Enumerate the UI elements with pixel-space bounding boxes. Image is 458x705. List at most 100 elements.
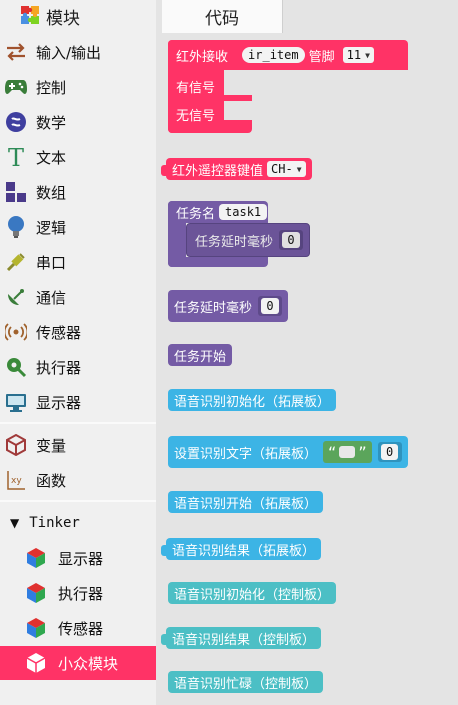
satellite-dish-icon (4, 285, 28, 309)
color-cube-icon (24, 581, 48, 605)
has-signal-label: 有信号 (176, 80, 216, 96)
voice-init-ext-block[interactable]: 语音识别初始化（拓展板） (168, 389, 337, 411)
task-name-label: 任务名 (176, 206, 216, 222)
category-label: 执行器 (58, 584, 104, 603)
category-tinker-misc-modules[interactable]: 小众模块 (0, 646, 156, 680)
output-connector (161, 545, 168, 556)
tab-code[interactable]: 代码 (162, 0, 283, 33)
task-start-block[interactable]: 任务开始 (168, 344, 233, 366)
lightbulb-icon (4, 215, 28, 239)
tab-blocks-label: 模块 (46, 9, 80, 29)
delay-value: 0 (261, 298, 279, 314)
voice-init-ctrl-block[interactable]: 语音识别初始化（控制板） (168, 582, 337, 604)
category-label: Tinker (29, 515, 80, 531)
voice-init-ext-label: 语音识别初始化（拓展板） (174, 394, 331, 410)
tab-bar-background (283, 0, 458, 33)
category-label: 数组 (36, 183, 67, 202)
category-io[interactable]: 输入/输出 (0, 35, 156, 69)
task-start-label: 任务开始 (174, 349, 227, 365)
category-control[interactable]: 控制 (0, 70, 156, 104)
category-math[interactable]: 数学 (0, 105, 156, 139)
voice-init-ctrl-label: 语音识别初始化（控制板） (174, 587, 331, 603)
category-label: 传感器 (58, 619, 104, 638)
tab-blocks[interactable]: 模块 (0, 0, 156, 33)
category-tinker-display[interactable]: 显示器 (0, 541, 156, 575)
ir-remote-key-block[interactable]: 红外遥控器键值 CH- ▼ (161, 158, 312, 180)
category-array[interactable]: 数组 (0, 175, 156, 209)
voice-set-text-label: 设置识别文字（拓展板） (174, 446, 318, 462)
task-delay-inner-block[interactable]: 任务延时毫秒 0 (186, 223, 311, 257)
category-display[interactable]: 显示器 (0, 385, 156, 419)
category-label: 传感器 (36, 323, 82, 342)
output-connector (161, 634, 168, 645)
category-text[interactable]: T 文本 (0, 140, 156, 174)
output-connector (161, 165, 168, 176)
voice-result-ctrl-block[interactable]: 语音识别结果（控制板） (161, 627, 322, 649)
text-string-block[interactable]: “ ” (323, 441, 372, 463)
white-cube-icon (24, 651, 48, 675)
category-label: 输入/输出 (36, 43, 102, 62)
task-delay-label: 任务延时毫秒 (174, 300, 253, 316)
key-value: CH- (271, 162, 293, 176)
category-label: 函数 (36, 471, 67, 490)
voice-start-ext-block[interactable]: 语音识别开始（拓展板） (168, 491, 324, 513)
task-name-field[interactable]: task1 (219, 204, 268, 220)
pin-dropdown[interactable]: 11 ▼ (342, 47, 374, 63)
triangle-down-icon: ▼ (10, 516, 20, 530)
category-tinker-sensor[interactable]: 传感器 (0, 611, 156, 645)
delay-value-socket[interactable]: 0 (279, 230, 304, 250)
number-value: 0 (380, 444, 399, 460)
monitor-icon (4, 390, 28, 414)
category-logic[interactable]: 逻辑 (0, 210, 156, 244)
voice-set-text-block[interactable]: 设置识别文字（拓展板） “ ” 0 (168, 436, 408, 468)
category-serial[interactable]: 串口 (0, 245, 156, 279)
text-t-icon: T (4, 145, 28, 169)
category-actuator[interactable]: 执行器 (0, 350, 156, 384)
toolbox-divider (0, 500, 156, 502)
array-blocks-icon (4, 180, 28, 204)
delay-value-socket[interactable]: 0 (258, 296, 283, 316)
ir-item-variable-field[interactable]: ir_item (242, 47, 305, 63)
voice-result-ext-block[interactable]: 语音识别结果（拓展板） (161, 538, 322, 560)
close-quote-icon: ” (358, 442, 367, 462)
color-cube-icon (24, 616, 48, 640)
category-tinker[interactable]: ▼ Tinker (0, 506, 156, 540)
category-label: 文本 (36, 148, 67, 167)
category-label: 执行器 (36, 358, 82, 377)
text-value-field[interactable] (339, 446, 356, 458)
voice-busy-ctrl-block[interactable]: 语音识别忙碌（控制板） (168, 671, 324, 693)
category-label: 显示器 (58, 549, 104, 568)
category-variables[interactable]: 变量 (0, 428, 156, 462)
block-workspace: 红外接收 ir_item 管脚 11 ▼ 有信号 无信号 红外遥控器键值 CH-… (156, 33, 458, 705)
no-signal-label: 无信号 (176, 108, 216, 124)
gamepad-icon (4, 75, 28, 99)
category-label: 显示器 (36, 393, 82, 412)
ir-remote-key-label: 红外遥控器键值 (172, 163, 264, 179)
category-tinker-actuator[interactable]: 执行器 (0, 576, 156, 610)
toolbox: 输入/输出 控制 数学 T 文本 数组 逻辑 串口 通信 传感器 执行器 显示器… (0, 33, 156, 705)
task-block[interactable]: 任务名 task1 任务延时毫秒 0 (168, 201, 328, 267)
voice-busy-ctrl-label: 语音识别忙碌（控制板） (174, 676, 318, 692)
category-label: 通信 (36, 288, 67, 307)
category-communication[interactable]: 通信 (0, 280, 156, 314)
voice-result-ext-label: 语音识别结果（拓展板） (172, 543, 316, 559)
variable-cube-icon (4, 433, 28, 457)
voice-start-ext-label: 语音识别开始（拓展板） (174, 496, 318, 512)
toolbox-divider (0, 422, 156, 424)
ir-receive-label: 红外接收 (176, 49, 229, 65)
category-functions[interactable]: xy 函数 (0, 463, 156, 497)
task-delay-block[interactable]: 任务延时毫秒 0 (168, 290, 289, 322)
ir-receive-block[interactable]: 红外接收 ir_item 管脚 11 ▼ 有信号 无信号 (168, 40, 408, 133)
sensor-waves-icon (4, 320, 28, 344)
svg-text:xy: xy (11, 476, 22, 486)
key-dropdown[interactable]: CH- ▼ (267, 161, 306, 177)
pin-value: 11 (346, 48, 362, 62)
function-xy-icon: xy (4, 468, 28, 492)
number-value-socket[interactable]: 0 (377, 442, 402, 462)
category-sensor[interactable]: 传感器 (0, 315, 156, 349)
category-label: 小众模块 (58, 654, 119, 673)
category-label: 控制 (36, 78, 67, 97)
usb-plug-icon (4, 250, 28, 274)
svg-text:T: T (8, 145, 24, 169)
category-label: 串口 (36, 253, 67, 272)
